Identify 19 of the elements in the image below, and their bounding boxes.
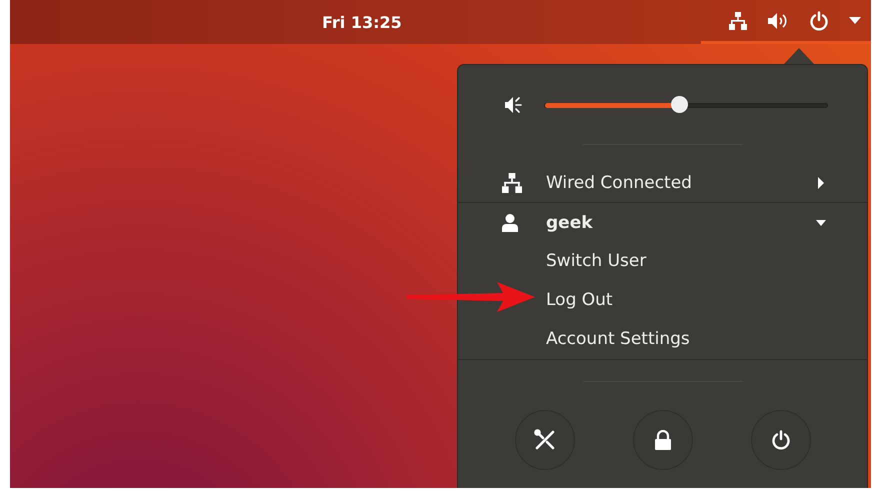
user-icon [502, 214, 518, 232]
network-icon [502, 172, 522, 192]
menu-item[interactable]: Switch User [458, 242, 867, 281]
volume-slider[interactable] [544, 96, 828, 114]
speaker-icon [767, 12, 789, 30]
slider-handle[interactable] [670, 96, 688, 113]
lock-icon [654, 430, 672, 450]
settings-icon [534, 429, 556, 451]
power-icon [770, 430, 790, 450]
network-icon [729, 12, 747, 30]
speaker-icon [504, 96, 522, 114]
menu-item[interactable]: Log Out [458, 281, 867, 320]
caret-icon[interactable] [815, 176, 827, 188]
dropdown-caret-icon [849, 16, 861, 24]
menu-item[interactable]: Wired Connected [458, 163, 867, 202]
power-icon [809, 10, 829, 30]
clock[interactable]: Fri 13:25 [322, 12, 402, 32]
menu-item[interactable]: geek [458, 203, 867, 242]
menu-item[interactable]: Account Settings [458, 320, 867, 359]
